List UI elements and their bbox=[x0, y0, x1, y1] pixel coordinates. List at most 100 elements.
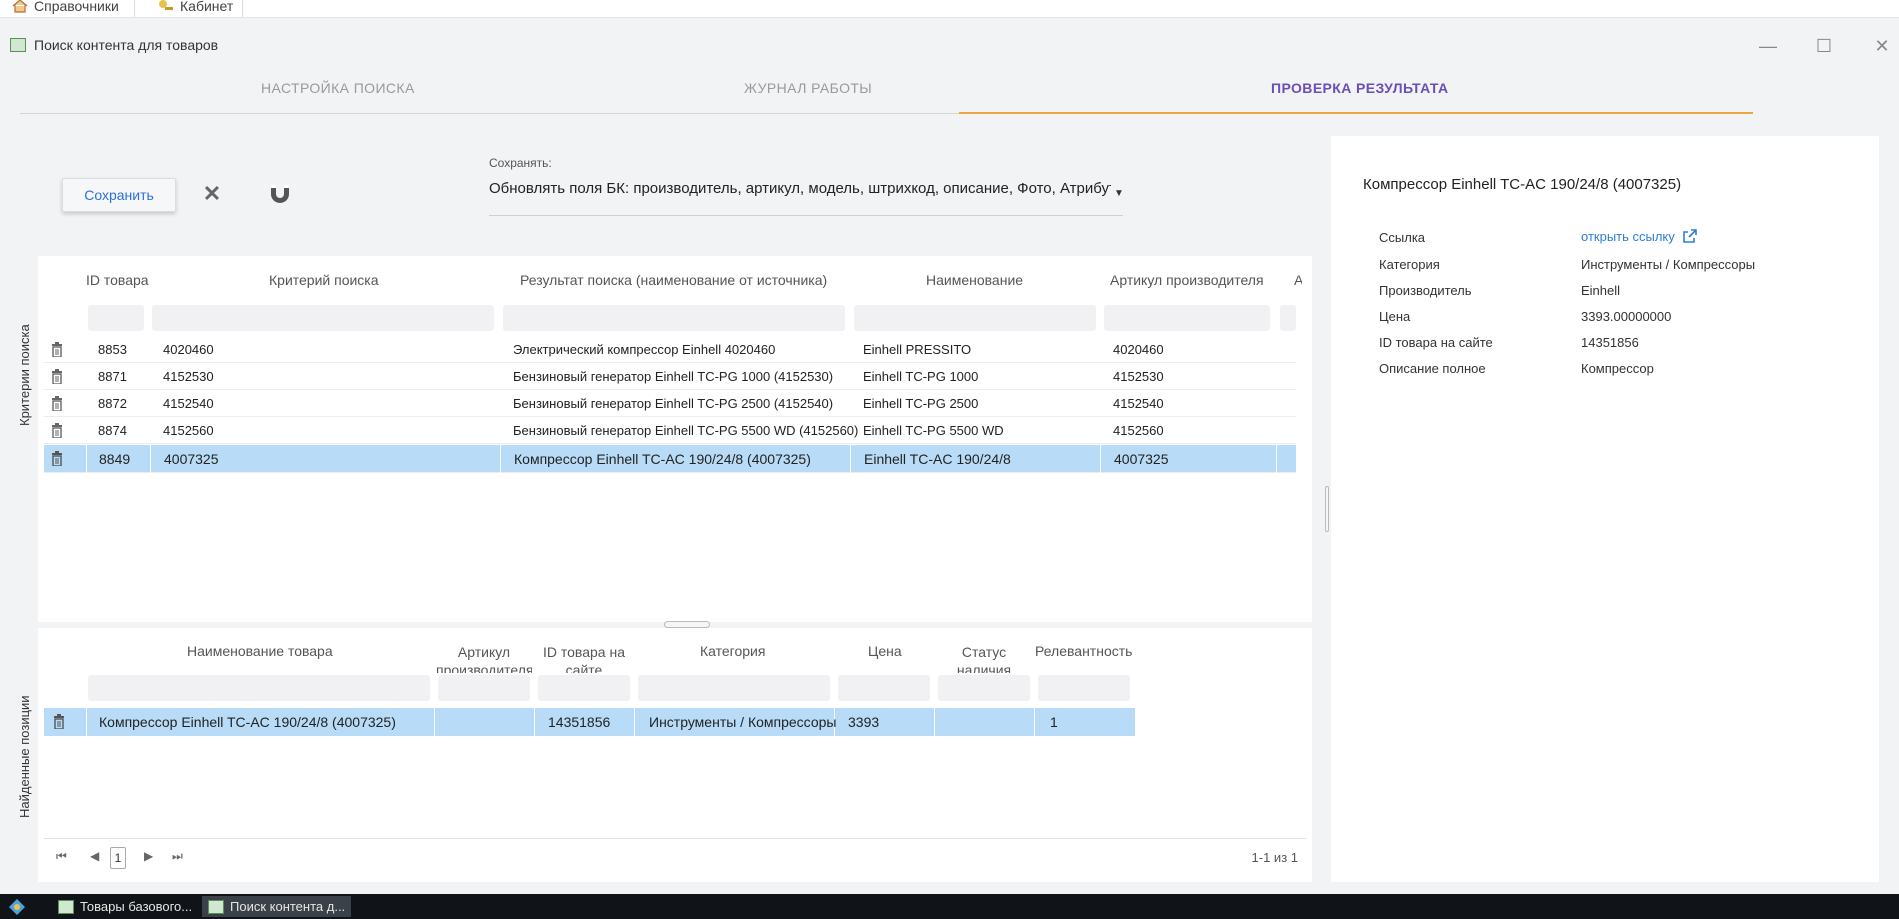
detail-key-site-id: ID товара на сайте bbox=[1379, 335, 1493, 350]
cell-relevance: 1 bbox=[1050, 714, 1058, 730]
magnet-icon[interactable] bbox=[268, 183, 292, 205]
detail-value-site-id: 14351856 bbox=[1581, 335, 1639, 350]
detail-key-price: Цена bbox=[1379, 309, 1411, 324]
next-page-icon[interactable]: ▶ bbox=[144, 849, 153, 863]
filter-truncated[interactable] bbox=[1280, 305, 1296, 331]
menu-item-directories-label: Справочники bbox=[34, 0, 119, 14]
cell-divider bbox=[86, 708, 87, 736]
cell-manufacturer-sku: 4020460 bbox=[1113, 342, 1164, 357]
table-row[interactable]: 8874 4152560 Бензиновый генератор Einhel… bbox=[44, 417, 1296, 444]
col-header-name[interactable]: Наименование bbox=[926, 272, 1023, 288]
trash-icon[interactable] bbox=[51, 342, 63, 357]
detail-value-manufacturer: Einhell bbox=[1581, 283, 1621, 298]
cell-divider bbox=[534, 708, 535, 736]
minimize-button[interactable]: — bbox=[1756, 34, 1780, 58]
col-header-truncated[interactable]: А bbox=[1294, 272, 1302, 288]
cell-search-criterion: 4152540 bbox=[163, 396, 214, 411]
filter-site-product-id[interactable] bbox=[538, 675, 630, 701]
trash-icon[interactable] bbox=[53, 714, 65, 729]
cell-name: Einhell PRESSITO bbox=[863, 342, 972, 357]
pagination-count: 1-1 из 1 bbox=[1251, 850, 1298, 865]
dropdown-caret-icon[interactable]: ▼ bbox=[1114, 188, 1124, 199]
maximize-button[interactable]: ☐ bbox=[1812, 34, 1836, 58]
page-number[interactable]: 1 bbox=[110, 847, 126, 869]
filter-relevance[interactable] bbox=[1038, 675, 1130, 701]
cell-product-id: 8849 bbox=[99, 451, 131, 467]
filter-manufacturer-sku[interactable] bbox=[438, 675, 530, 701]
open-link-label: открыть ссылку bbox=[1581, 229, 1675, 244]
tab-work-log[interactable]: ЖУРНАЛ РАБОТЫ bbox=[744, 80, 872, 96]
close-window-button[interactable]: ✕ bbox=[1870, 34, 1894, 58]
filter-name[interactable] bbox=[854, 305, 1096, 331]
cell-category: Инструменты / Компрессоры bbox=[649, 714, 837, 730]
tab-search-settings[interactable]: НАСТРОЙКА ПОИСКА bbox=[261, 80, 415, 96]
details-panel: Компрессор Einhell TC-AC 190/24/8 (40073… bbox=[1331, 136, 1879, 882]
filter-availability[interactable] bbox=[938, 675, 1030, 701]
detail-key-link: Ссылка bbox=[1379, 230, 1426, 245]
menu-item-directories[interactable]: Справочники bbox=[12, 0, 119, 16]
col-header-price[interactable]: Цена bbox=[868, 643, 902, 659]
window-title: Поиск контента для товаров bbox=[34, 37, 219, 53]
filter-product-name[interactable] bbox=[88, 675, 430, 701]
col-header-site-product-id[interactable]: ID товара на сайте bbox=[538, 643, 630, 673]
cell-name: Einhell TC-PG 5500 WD bbox=[863, 423, 1004, 438]
col-header-search-result[interactable]: Результат поиска (наименование от источн… bbox=[520, 272, 827, 288]
col-header-category[interactable]: Категория bbox=[700, 643, 765, 659]
cell-product-id: 8853 bbox=[98, 342, 127, 357]
cell-name: Einhell TC-PG 1000 bbox=[863, 369, 979, 384]
vertical-splitter-handle[interactable] bbox=[1325, 486, 1329, 532]
col-header-manufacturer-sku[interactable]: Артикул производителя bbox=[1110, 272, 1264, 288]
table-row[interactable]: 8872 4152540 Бензиновый генератор Einhel… bbox=[44, 390, 1296, 417]
top-menu-bar: Справочники Кабинет bbox=[0, 0, 1899, 18]
detail-key-manufacturer: Производитель bbox=[1379, 283, 1472, 298]
menu-divider bbox=[134, 0, 135, 17]
pagination-bar: ⏮ ◀ 1 ▶ ⏭ 1-1 из 1 bbox=[44, 838, 1306, 874]
table-row-selected[interactable]: 8849 4007325 Компрессор Einhell TC-AC 19… bbox=[44, 445, 1296, 473]
taskbar-item-products[interactable]: Товары базового... bbox=[52, 896, 198, 917]
filter-manufacturer-sku[interactable] bbox=[1104, 305, 1270, 331]
cell-product-id: 8871 bbox=[98, 369, 127, 384]
start-menu-icon[interactable] bbox=[8, 898, 26, 916]
horizontal-splitter-handle[interactable] bbox=[664, 621, 710, 628]
first-page-icon[interactable]: ⏮ bbox=[56, 849, 67, 864]
save-button[interactable]: Сохранить bbox=[62, 178, 176, 212]
col-header-manufacturer-sku[interactable]: Артикул производителя bbox=[436, 643, 532, 673]
cell-search-criterion: 4152560 bbox=[163, 423, 214, 438]
col-header-availability[interactable]: Статус наличия bbox=[938, 643, 1030, 673]
cell-search-result: Бензиновый генератор Einhell TC-PG 2500 … bbox=[513, 396, 834, 411]
trash-icon[interactable] bbox=[51, 396, 63, 411]
cell-search-criterion: 4152530 bbox=[163, 369, 214, 384]
trash-icon[interactable] bbox=[51, 423, 63, 438]
open-link[interactable]: открыть ссылку bbox=[1581, 228, 1698, 244]
table-row[interactable]: 8871 4152530 Бензиновый генератор Einhel… bbox=[44, 363, 1296, 390]
external-link-icon[interactable] bbox=[1682, 228, 1698, 244]
cell-divider bbox=[1276, 445, 1277, 473]
cell-search-criterion: 4020460 bbox=[163, 342, 214, 357]
detail-value-description: Компрессор bbox=[1581, 361, 1654, 376]
found-row-selected[interactable]: Компрессор Einhell TC-AC 190/24/8 (40073… bbox=[44, 708, 1135, 736]
col-header-relevance[interactable]: Релевантность bbox=[1035, 643, 1132, 659]
col-header-product-name[interactable]: Наименование товара bbox=[187, 643, 333, 659]
table-row[interactable]: 8853 4020460 Электрический компрессор Ei… bbox=[44, 336, 1296, 363]
filter-search-criterion[interactable] bbox=[152, 305, 494, 331]
trash-icon[interactable] bbox=[51, 369, 63, 384]
save-mode-value: Обновлять поля БК: производитель, артику… bbox=[489, 180, 1111, 197]
filter-search-result[interactable] bbox=[503, 305, 845, 331]
window-app-icon bbox=[10, 38, 26, 52]
filter-price[interactable] bbox=[838, 675, 930, 701]
filter-product-id[interactable] bbox=[88, 305, 144, 331]
window-app-icon bbox=[208, 899, 224, 914]
filter-category[interactable] bbox=[638, 675, 830, 701]
col-header-search-criterion[interactable]: Критерий поиска bbox=[269, 272, 379, 288]
clear-icon[interactable]: ✕ bbox=[201, 182, 223, 206]
menu-item-cabinet[interactable]: Кабинет bbox=[156, 0, 233, 16]
trash-icon[interactable] bbox=[51, 451, 63, 466]
taskbar-item-content-search[interactable]: Поиск контента д... bbox=[202, 896, 352, 917]
col-header-product-id[interactable]: ID товара bbox=[86, 272, 149, 288]
cell-search-result: Бензиновый генератор Einhell TC-PG 1000 … bbox=[513, 369, 834, 384]
save-mode-select[interactable]: Обновлять поля БК: производитель, артику… bbox=[489, 180, 1123, 216]
details-title: Компрессор Einhell TC-AC 190/24/8 (40073… bbox=[1363, 176, 1682, 193]
last-page-icon[interactable]: ⏭ bbox=[172, 849, 183, 864]
prev-page-icon[interactable]: ◀ bbox=[90, 849, 99, 863]
tab-result-check[interactable]: ПРОВЕРКА РЕЗУЛЬТАТА bbox=[1271, 80, 1448, 96]
